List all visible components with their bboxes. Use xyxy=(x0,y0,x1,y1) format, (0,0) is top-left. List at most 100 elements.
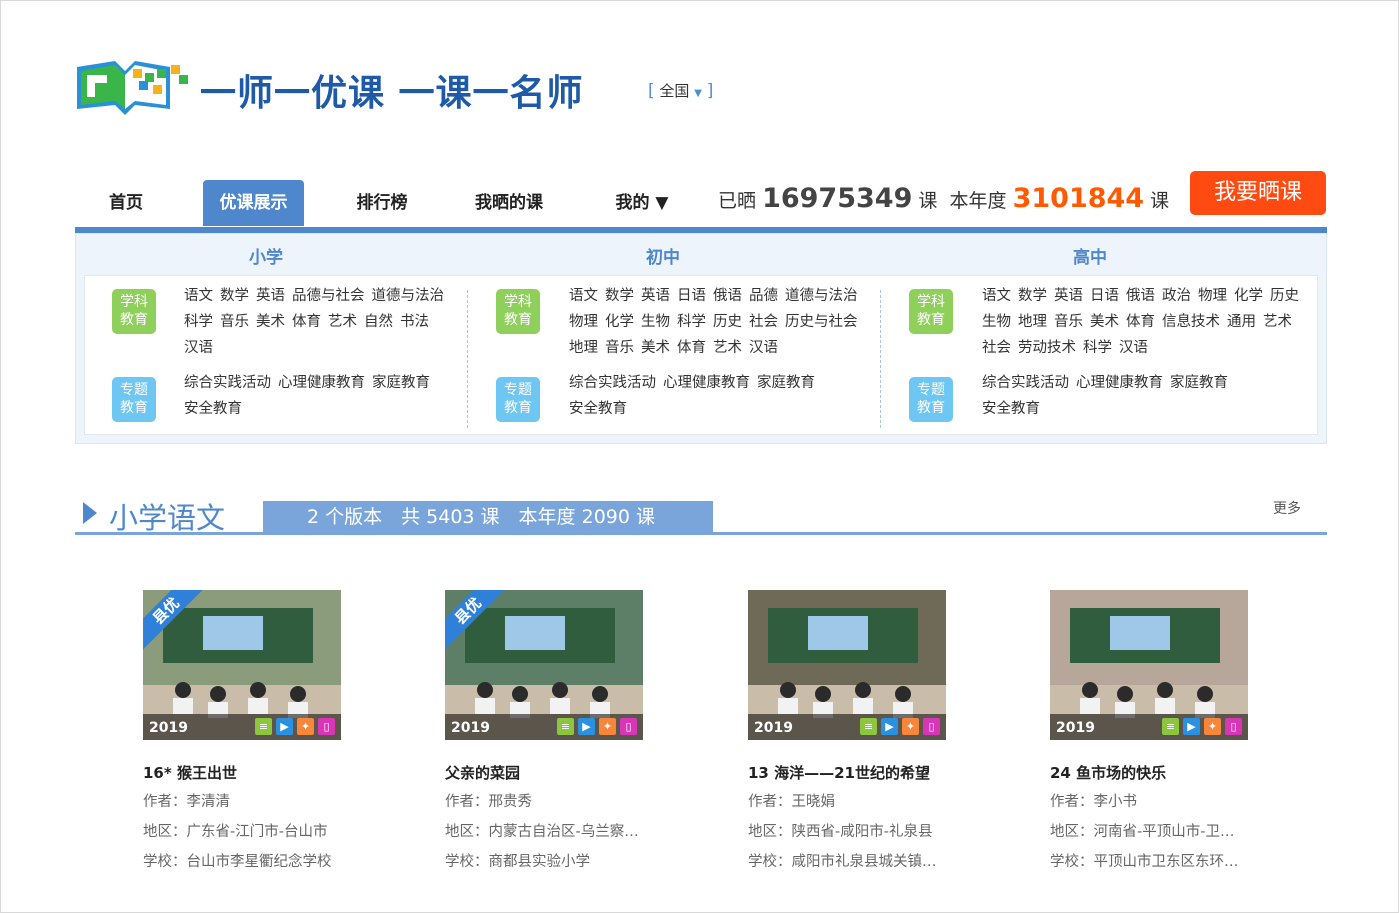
more-link[interactable]: 更多 xyxy=(1273,498,1301,518)
subject-link[interactable]: 历史 xyxy=(1270,288,1299,304)
subject-link[interactable]: 美术 xyxy=(256,314,285,330)
subject-link[interactable]: 物理 xyxy=(569,314,598,330)
subject-link[interactable]: 科学 xyxy=(184,314,213,330)
resource-icons: ≡ ▶ ✦ ▯ xyxy=(856,718,940,735)
level-title-primary[interactable]: 小学 xyxy=(249,243,283,268)
course-thumbnail[interactable]: 2019 ≡ ▶ ✦ ▯ xyxy=(748,590,946,740)
subject-link[interactable]: 综合实践活动 xyxy=(184,375,271,391)
section-title: 小学语文 xyxy=(109,501,226,535)
course-thumbnail[interactable]: 县优 2019 ≡ ▶ ✦ ▯ xyxy=(445,590,643,740)
nav-my-courses[interactable]: 我晒的课 xyxy=(467,180,551,226)
subject-link[interactable]: 美术 xyxy=(1090,314,1119,330)
badge-line: 教育 xyxy=(504,400,532,416)
subject-link[interactable]: 俄语 xyxy=(1126,288,1155,304)
topic-badge-high: 专题 教育 xyxy=(909,377,953,422)
subject-link[interactable]: 社会 xyxy=(749,314,778,330)
subject-link[interactable]: 体育 xyxy=(1126,314,1155,330)
subject-link[interactable]: 历史 xyxy=(713,314,742,330)
subject-link[interactable]: 心理健康教育 xyxy=(663,375,750,391)
subject-link[interactable]: 体育 xyxy=(677,340,706,356)
site-logo[interactable] xyxy=(75,57,190,119)
course-author: 作者：李小书 xyxy=(1050,794,1137,810)
subject-link[interactable]: 物理 xyxy=(1198,288,1227,304)
subject-link[interactable]: 数学 xyxy=(1018,288,1047,304)
subject-link[interactable]: 科学 xyxy=(1083,340,1112,356)
course-title[interactable]: 24 鱼市场的快乐 xyxy=(1050,762,1310,783)
subject-link[interactable]: 心理健康教育 xyxy=(1076,375,1163,391)
badge-line: 教育 xyxy=(917,400,945,416)
subject-link[interactable]: 日语 xyxy=(1090,288,1119,304)
course-thumbnail[interactable]: 县优 2019 ≡ ▶ ✦ ▯ xyxy=(143,590,341,740)
subject-link[interactable]: 道德与法治 xyxy=(372,288,445,304)
course-card[interactable]: 县优 2019 ≡ ▶ ✦ ▯ 16* 猴王出世 作者：李清清 地区：广东省-江门市-… xyxy=(143,590,403,873)
subject-link[interactable]: 艺术 xyxy=(328,314,357,330)
course-card[interactable]: 县优 2019 ≡ ▶ ✦ ▯ 父亲的菜园 作者：邢贵秀 地区：内蒙古自治区-乌兰察…… xyxy=(445,590,705,873)
subject-link[interactable]: 英语 xyxy=(1054,288,1083,304)
subject-link[interactable]: 英语 xyxy=(256,288,285,304)
subject-link[interactable]: 政治 xyxy=(1162,288,1191,304)
subject-link[interactable]: 俄语 xyxy=(713,288,742,304)
subject-link[interactable]: 艺术 xyxy=(1263,314,1292,330)
subject-link[interactable]: 生物 xyxy=(641,314,670,330)
nav-mine[interactable]: 我的 ▼ xyxy=(605,180,679,226)
course-title[interactable]: 父亲的菜园 xyxy=(445,762,705,783)
subject-link[interactable]: 音乐 xyxy=(1054,314,1083,330)
level-title-middle[interactable]: 初中 xyxy=(646,243,680,268)
subject-link[interactable]: 日语 xyxy=(677,288,706,304)
subject-link[interactable]: 品德与社会 xyxy=(292,288,365,304)
nav-ranking[interactable]: 排行榜 xyxy=(343,180,421,226)
resource-icons: ≡ ▶ ✦ ▯ xyxy=(251,718,335,735)
subject-link[interactable]: 社会 xyxy=(982,340,1011,356)
subject-link[interactable]: 生物 xyxy=(982,314,1011,330)
course-title[interactable]: 13 海洋——21世纪的希望 xyxy=(748,762,1008,783)
subject-link[interactable]: 数学 xyxy=(605,288,634,304)
subject-link[interactable]: 劳动技术 xyxy=(1018,340,1076,356)
subject-link[interactable]: 化学 xyxy=(605,314,634,330)
subject-link[interactable]: 汉语 xyxy=(184,340,213,356)
course-card[interactable]: 2019 ≡ ▶ ✦ ▯ 24 鱼市场的快乐 作者：李小书 地区：河南省-平顶山市-卫… xyxy=(1050,590,1310,873)
subject-link[interactable]: 自然 xyxy=(364,314,393,330)
subject-link[interactable]: 英语 xyxy=(641,288,670,304)
subject-link[interactable]: 历史与社会 xyxy=(785,314,858,330)
subject-link[interactable]: 道德与法治 xyxy=(785,288,858,304)
nav-home[interactable]: 首页 xyxy=(93,180,159,226)
subject-link[interactable]: 汉语 xyxy=(1119,340,1148,356)
region-selector[interactable]: [ 全国 ▼ ] xyxy=(648,80,713,101)
subject-link[interactable]: 体育 xyxy=(292,314,321,330)
subject-link[interactable]: 品德 xyxy=(749,288,778,304)
subject-link[interactable]: 音乐 xyxy=(220,314,249,330)
subject-link[interactable]: 语文 xyxy=(982,288,1011,304)
subject-link[interactable]: 综合实践活动 xyxy=(982,375,1069,391)
section-stats: 2 个版本 共 5403 课 本年度 2090 课 xyxy=(263,501,713,533)
share-course-button[interactable]: 我要晒课 xyxy=(1190,171,1326,215)
subject-link[interactable]: 地理 xyxy=(569,340,598,356)
subject-link[interactable]: 化学 xyxy=(1234,288,1263,304)
subject-link[interactable]: 科学 xyxy=(677,314,706,330)
level-title-high[interactable]: 高中 xyxy=(1073,243,1107,268)
subject-link[interactable]: 汉语 xyxy=(749,340,778,356)
subject-link[interactable]: 地理 xyxy=(1018,314,1047,330)
subject-link[interactable]: 综合实践活动 xyxy=(569,375,656,391)
course-title[interactable]: 16* 猴王出世 xyxy=(143,762,403,783)
course-card[interactable]: 2019 ≡ ▶ ✦ ▯ 13 海洋——21世纪的希望 作者：王晓娟 地区：陕西省-咸… xyxy=(748,590,1008,873)
subject-link[interactable]: 家庭教育 xyxy=(1170,375,1228,391)
subject-link[interactable]: 安全教育 xyxy=(982,401,1040,417)
stats-unit-total: 课 xyxy=(918,190,938,212)
subject-link[interactable]: 通用 xyxy=(1227,314,1256,330)
subject-link[interactable]: 信息技术 xyxy=(1162,314,1220,330)
subject-link[interactable]: 艺术 xyxy=(713,340,742,356)
subject-link[interactable]: 心理健康教育 xyxy=(278,375,365,391)
subject-link[interactable]: 家庭教育 xyxy=(757,375,815,391)
subject-link[interactable]: 安全教育 xyxy=(184,401,242,417)
subject-link[interactable]: 书法 xyxy=(400,314,429,330)
subject-link[interactable]: 安全教育 xyxy=(569,401,627,417)
subject-link[interactable]: 美术 xyxy=(641,340,670,356)
course-thumbnail[interactable]: 2019 ≡ ▶ ✦ ▯ xyxy=(1050,590,1248,740)
subject-link[interactable]: 家庭教育 xyxy=(372,375,430,391)
nav-showcase[interactable]: 优课展示 xyxy=(203,180,304,226)
subject-link[interactable]: 语文 xyxy=(569,288,598,304)
subject-link[interactable]: 音乐 xyxy=(605,340,634,356)
subject-link[interactable]: 数学 xyxy=(220,288,249,304)
subject-link[interactable]: 语文 xyxy=(184,288,213,304)
badge-line: 教育 xyxy=(504,312,532,328)
